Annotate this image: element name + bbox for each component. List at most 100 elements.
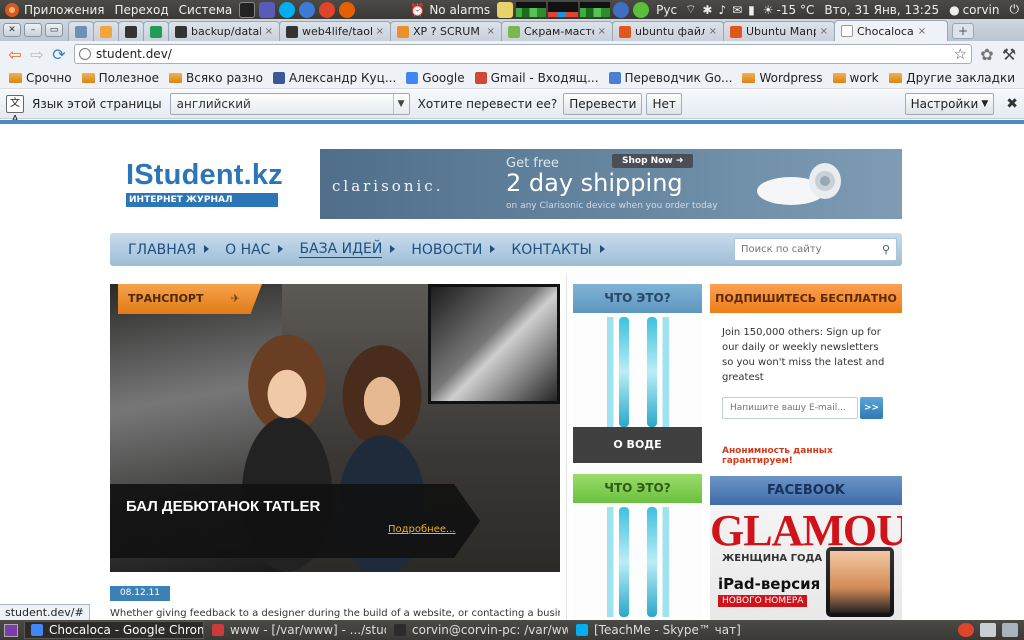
nav-item[interactable]: О НАС <box>209 233 284 266</box>
search-icon[interactable]: ⚲ <box>882 243 890 256</box>
chrome-tray-icon[interactable] <box>958 623 974 637</box>
ad-banner[interactable]: clarisonic. Get free Shop Now ➜ 2 day sh… <box>320 149 902 219</box>
feature-title[interactable]: БАЛ ДЕБЮТАНОК TATLER <box>126 498 320 515</box>
other-bookmarks[interactable]: Другие закладки <box>884 71 1020 85</box>
alarm-applet[interactable]: ⏰ No alarms <box>405 0 495 19</box>
taskbar-button[interactable]: [TeachMe - Skype™ чат] <box>570 621 750 639</box>
no-button[interactable]: Нет <box>646 93 682 115</box>
banner-shop-now-button[interactable]: Shop Now ➜ <box>612 154 694 168</box>
email-field[interactable] <box>722 397 858 419</box>
bookmark-folder[interactable]: Полезное <box>77 71 164 85</box>
tab-close-icon[interactable]: × <box>709 26 717 37</box>
tab[interactable]: web4life/taoba × <box>279 21 391 41</box>
trash-icon[interactable] <box>1002 623 1018 637</box>
back-arrow-icon[interactable]: ⇦ <box>4 43 26 65</box>
tab[interactable]: ubuntu файл × <box>612 21 724 41</box>
help-icon[interactable] <box>613 1 630 18</box>
php-launcher-icon[interactable] <box>259 1 276 18</box>
translate-button[interactable]: Перевести <box>563 93 643 115</box>
bookmark-folder[interactable]: Wordpress <box>737 71 827 85</box>
tab-pinned[interactable] <box>143 21 169 41</box>
power-icon[interactable]: ⏻ <box>1005 0 1024 19</box>
reload-icon[interactable]: ⟳ <box>48 43 70 65</box>
chat-icon <box>75 25 87 38</box>
category-tag[interactable]: ТРАНСПОРТ ✈ <box>118 284 262 314</box>
browser-launcher-icon[interactable] <box>299 1 316 18</box>
new-tab-button[interactable]: + <box>952 23 974 39</box>
bookmark-folder[interactable]: Срочно <box>4 71 77 85</box>
tab-close-icon[interactable]: × <box>265 26 273 37</box>
tab-close-icon[interactable]: × <box>918 26 926 37</box>
favicon-icon <box>406 71 419 84</box>
tab-close-icon[interactable]: × <box>820 26 828 37</box>
bookmark-link[interactable]: Александр Куц... <box>268 71 401 85</box>
clock[interactable]: Вто, 31 Янв, 13:25 <box>819 0 944 19</box>
volume-icon[interactable]: ♪ <box>718 3 726 17</box>
keyboard-layout[interactable]: Рус <box>651 0 682 19</box>
terminal-launcher-icon[interactable] <box>239 1 256 18</box>
bookmark-link[interactable]: Переводчик Go... <box>604 71 738 85</box>
mail-icon[interactable]: ✉ <box>732 3 742 17</box>
nav-item[interactable]: ГЛАВНАЯ <box>112 233 210 266</box>
subscribe-submit-button[interactable]: >> <box>860 397 883 419</box>
featured-article[interactable]: ТРАНСПОРТ ✈ БАЛ ДЕБЮТАНОК TATLER Подробн… <box>110 284 560 572</box>
weather-applet[interactable]: ☀ -15 °C <box>758 0 820 19</box>
user-menu[interactable]: ● corvin <box>944 0 1004 19</box>
bookmark-link[interactable]: Gmail - Входящ... <box>470 71 604 85</box>
firefox-launcher-icon[interactable] <box>339 1 356 18</box>
window-minimize-icon[interactable]: – <box>24 23 42 37</box>
site-search[interactable]: ⚲ <box>734 238 897 261</box>
show-desktop-icon[interactable] <box>4 623 18 637</box>
what-is-it-widget-1[interactable]: ЧТО ЭТО? О ВОДЕ <box>573 284 702 463</box>
workspace-switcher-icon[interactable] <box>980 623 996 637</box>
tab[interactable]: Скрам-мастер × <box>501 21 613 41</box>
site-logo[interactable]: IStudent.kz ИНТЕРНЕТ ЖУРНАЛ <box>126 159 283 207</box>
update-icon[interactable] <box>633 1 650 18</box>
glamour-cover-image[interactable]: GLAMOUR ЖЕНЩИНА ГОДА iPad-версия НОВОГО … <box>710 505 902 620</box>
infobar-close-icon[interactable]: ✖ <box>1006 96 1018 112</box>
nav-item[interactable]: КОНТАКТЫ <box>495 233 606 266</box>
taskbar-button[interactable]: Chocaloca - Google Chrome <box>24 621 204 639</box>
tab[interactable]: Ubuntu Manpa × <box>723 21 835 41</box>
bluetooth-icon[interactable]: ✱ <box>702 3 712 17</box>
window-close-icon[interactable]: ✕ <box>3 23 21 37</box>
forward-arrow-icon[interactable]: ⇨ <box>26 43 48 65</box>
tab-close-icon[interactable]: × <box>487 26 495 37</box>
read-more-link[interactable]: Подробнее... <box>388 524 456 535</box>
battery-icon[interactable]: ▮ <box>748 3 755 17</box>
tab[interactable]: backup/databa × <box>168 21 280 41</box>
wrench-menu-icon[interactable]: ⚒ <box>998 43 1020 65</box>
bookmark-folder[interactable]: Всяко разно <box>164 71 268 85</box>
address-bar[interactable]: ☆ <box>74 44 972 64</box>
tab-pinned[interactable] <box>68 21 94 41</box>
language-select[interactable]: английский ▼ <box>169 93 410 115</box>
tab-close-icon[interactable]: × <box>376 26 384 37</box>
chrome-launcher-icon[interactable] <box>319 1 336 18</box>
tab-active[interactable]: Chocaloca × <box>834 20 948 41</box>
bookmark-star-icon[interactable]: ☆ <box>954 45 967 63</box>
nav-item[interactable]: НОВОСТИ <box>395 233 496 266</box>
bookmark-link[interactable]: Google <box>401 71 469 85</box>
bookmark-folder[interactable]: work <box>828 71 884 85</box>
places-menu[interactable]: Переход <box>110 0 174 19</box>
window-maximize-icon[interactable]: ▭ <box>45 23 63 37</box>
tab-pinned[interactable] <box>93 21 119 41</box>
tab-close-icon[interactable]: × <box>598 26 606 37</box>
nav-item[interactable]: БАЗА ИДЕЙ <box>283 233 396 266</box>
site-search-input[interactable] <box>741 244 882 255</box>
skype-launcher-icon[interactable] <box>279 1 296 18</box>
tab-pinned[interactable] <box>118 21 144 41</box>
taskbar-button[interactable]: corvin@corvin-pc: /var/ww... <box>388 621 568 639</box>
tab[interactable]: XP ? SCRUM - I × <box>390 21 502 41</box>
what-is-it-widget-2[interactable]: ЧТО ЭТО? <box>573 474 702 620</box>
applications-menu[interactable]: Приложения <box>0 0 110 19</box>
extension-paw-icon[interactable]: ✿ <box>976 43 998 65</box>
status-bubble: student.dev/# <box>0 604 90 620</box>
wifi-icon[interactable]: ⌔ <box>685 2 696 17</box>
taskbar-button[interactable]: www - [/var/www] - .../stud... <box>206 621 386 639</box>
translate-settings-button[interactable]: Настройки ▼ <box>904 93 995 115</box>
folder-icon <box>889 72 903 83</box>
system-menu[interactable]: Система <box>174 0 238 19</box>
url-input[interactable] <box>96 47 950 61</box>
notes-icon[interactable] <box>497 1 514 18</box>
